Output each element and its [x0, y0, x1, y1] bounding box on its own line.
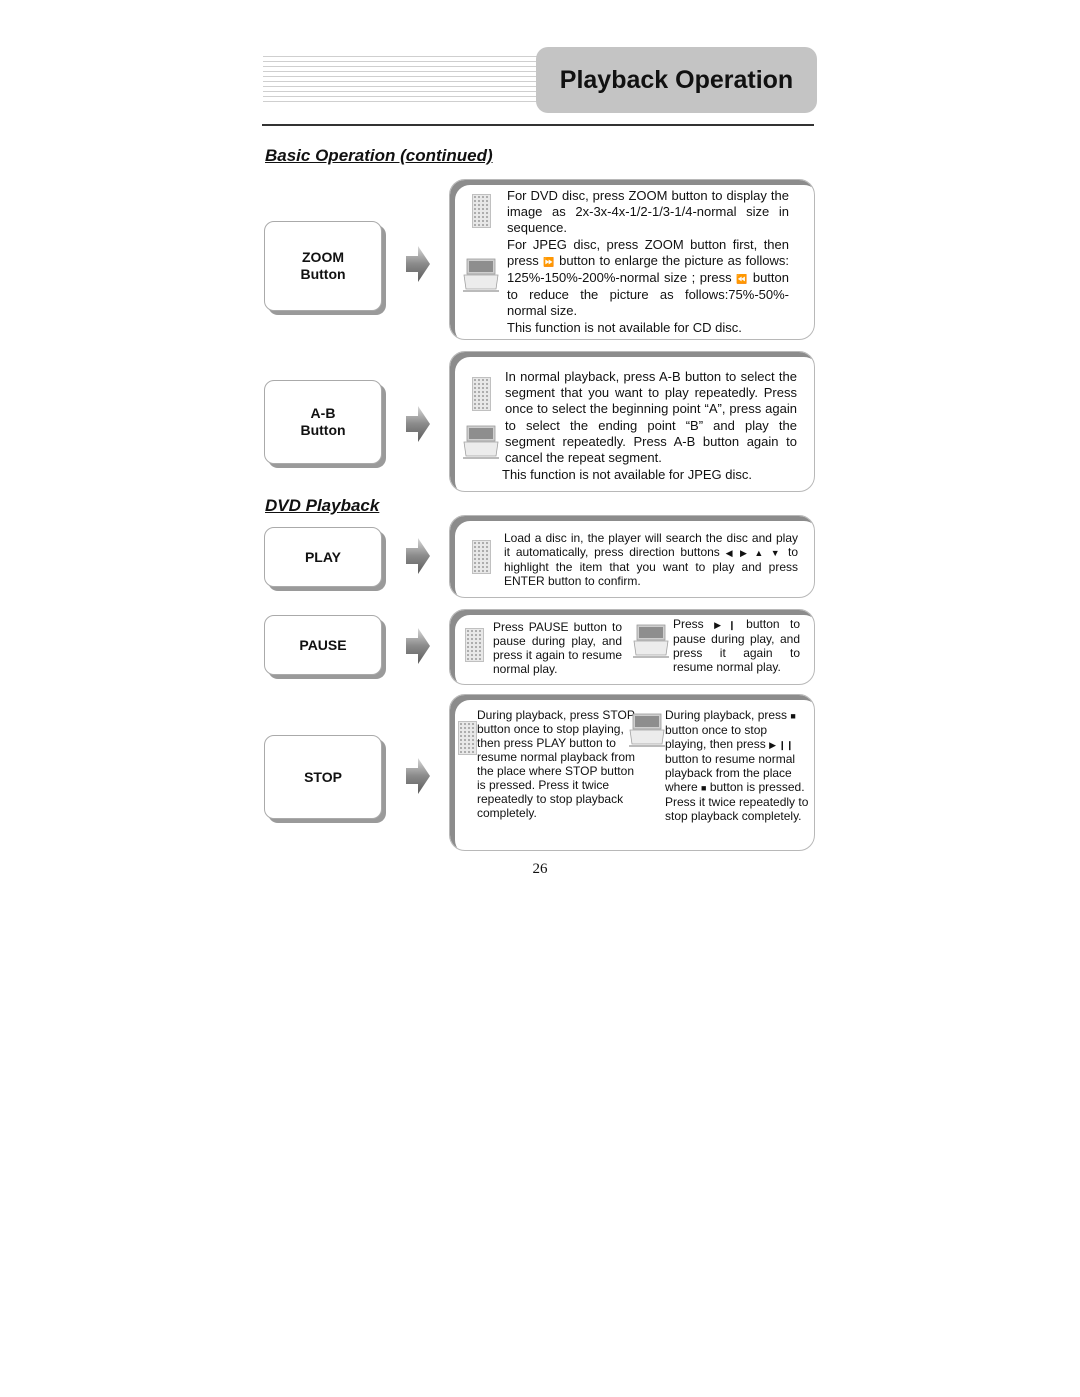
header-divider	[262, 124, 814, 126]
zoom-instruction-panel: For DVD disc, press ZOOM button to displ…	[449, 179, 815, 340]
fast-reverse-icon: ⏪	[736, 274, 749, 285]
page-title: Playback Operation	[559, 65, 794, 94]
stop-player-text-1: During playback, press	[665, 708, 788, 722]
zoom-instruction-text: For DVD disc, press ZOOM button to displ…	[507, 188, 789, 336]
stop-button-label: STOP	[264, 735, 382, 819]
direction-arrows-icon: ◀ ▶ ▲ ▼	[725, 548, 783, 558]
arrow-right-icon	[406, 246, 430, 282]
page-number: 26	[532, 861, 548, 877]
fast-forward-icon: ⏩	[543, 256, 555, 267]
stop-instruction-panel: During playback, press STOP button once …	[449, 694, 815, 851]
header-decorative-stripes	[263, 56, 541, 104]
ab-label-line1: A-B	[310, 405, 336, 421]
zoom-jpeg-text: For JPEG disc, press ZOOM button first, …	[507, 237, 789, 320]
portable-dvd-player-icon	[629, 713, 665, 747]
remote-control-icon	[472, 194, 491, 228]
section-heading-basic-operation: Basic Operation (continued)	[265, 146, 493, 165]
pause-button-label: PAUSE	[264, 615, 382, 675]
pause-remote-text: Press PAUSE button to pause during play,…	[493, 620, 622, 676]
portable-dvd-player-icon	[463, 425, 499, 459]
ab-instruction-text: In normal playback, press A-B button to …	[505, 369, 797, 466]
ab-text: In normal playback, press A-B button to …	[505, 369, 797, 466]
play-button-label: PLAY	[264, 527, 382, 587]
remote-control-icon	[472, 540, 491, 574]
ab-jpeg-note: This function is not available for JPEG …	[502, 467, 753, 482]
stop-icon: ■	[790, 711, 796, 721]
zoom-label-line2: Button	[300, 266, 346, 282]
zoom-dvd-text: For DVD disc, press ZOOM button to displ…	[507, 188, 789, 236]
section-heading-dvd-playback: DVD Playback	[265, 496, 380, 515]
play-pause-icon: ▶❙	[714, 620, 736, 630]
remote-control-icon	[472, 377, 491, 411]
portable-dvd-player-icon	[633, 624, 669, 658]
zoom-cd-note: This function is not available for CD di…	[507, 319, 742, 335]
remote-control-icon	[458, 721, 477, 755]
play-pause-icon: ▶ ❙❙	[769, 740, 794, 750]
stop-player-text-2: button once to stop playing, then press	[665, 723, 768, 751]
remote-control-icon	[465, 628, 484, 662]
page-title-tab: Playback Operation	[536, 47, 817, 113]
pause-label: PAUSE	[299, 636, 347, 653]
arrow-right-icon	[406, 758, 430, 794]
stop-label: STOP	[304, 768, 342, 785]
stop-remote-text: During playback, press STOP button once …	[477, 708, 636, 820]
arrow-right-icon	[406, 628, 430, 664]
portable-dvd-player-icon	[463, 258, 499, 292]
play-instruction-panel: Load a disc in, the player will search t…	[449, 515, 815, 598]
stop-player-text: During playback, press ■ button once to …	[665, 708, 811, 823]
stop-icon: ■	[701, 783, 707, 793]
zoom-label-line1: ZOOM	[302, 249, 344, 265]
pause-instruction-panel: Press PAUSE button to pause during play,…	[449, 609, 815, 685]
ab-instruction-panel: In normal playback, press A-B button to …	[449, 351, 815, 492]
ab-label-line2: Button	[300, 422, 346, 438]
ab-button-label: A-B Button	[264, 380, 382, 464]
zoom-button-label: ZOOM Button	[264, 221, 382, 311]
play-label: PLAY	[304, 548, 342, 565]
play-instruction-text: Load a disc in, the player will search t…	[504, 531, 798, 588]
arrow-right-icon	[406, 406, 430, 442]
pause-player-text: Press ▶❙ button to pause during play, an…	[673, 617, 800, 674]
arrow-right-icon	[406, 538, 430, 574]
pause-player-text-pre: Press	[673, 617, 704, 631]
